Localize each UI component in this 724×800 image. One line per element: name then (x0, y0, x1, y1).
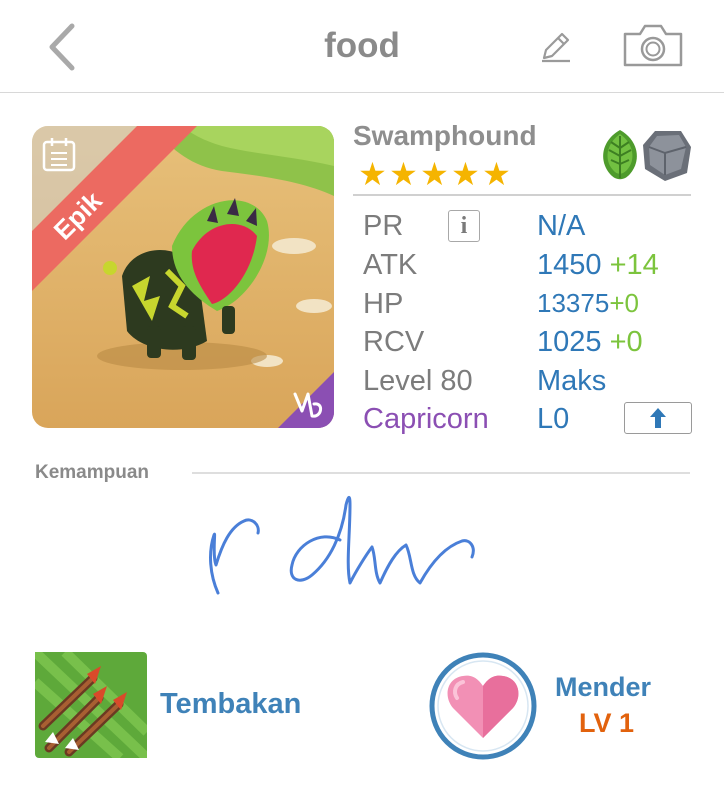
stat-value-hp: 13375+0 (537, 288, 639, 319)
star-icon: ★ (482, 156, 511, 192)
star-rating: ★★★★★ (357, 158, 512, 192)
star-icon: ★ (358, 156, 387, 192)
stat-label-hp: HP (363, 288, 404, 320)
stat-value: N/A (537, 210, 586, 242)
stat-value: 1450 (537, 249, 602, 281)
skill-name: Tembakan (160, 688, 302, 720)
pencil-icon[interactable] (538, 28, 574, 64)
page-title: food (324, 26, 400, 65)
stat-value: Maks (537, 365, 607, 397)
stat-bonus: +0 (609, 326, 643, 358)
monster-name: Swamphound (353, 120, 537, 151)
monster-portrait[interactable]: Epik (32, 126, 334, 428)
abilities-section-title: Kemampuan (35, 462, 150, 483)
stat-bonus: +0 (609, 288, 639, 318)
stat-value: 13375 (537, 288, 610, 318)
stat-value-zodiac: L0 (537, 403, 569, 436)
stat-value: L0 (537, 403, 570, 435)
rune-name: Mender (555, 672, 652, 702)
stat-label-pr: PR (363, 210, 404, 242)
leaf-element-icon (603, 130, 637, 180)
handwritten-scribble (209, 496, 475, 595)
divider (192, 472, 690, 474)
stat-label-atk: ATK (363, 249, 418, 281)
arrow-up-icon (650, 408, 666, 428)
arrows-skill-icon[interactable] (35, 652, 147, 758)
stat-value: 1025 (537, 326, 602, 358)
stat-value-rcv: 1025 +0 (537, 326, 643, 359)
stat-label-rcv: RCV (363, 326, 425, 358)
rock-element-icon (643, 131, 691, 181)
star-icon: ★ (451, 156, 480, 192)
stat-value-level: Maks (537, 365, 606, 398)
divider (353, 194, 691, 196)
star-icon: ★ (420, 156, 449, 192)
stat-bonus: +14 (609, 249, 659, 281)
stat-label-level: Level 80 (363, 365, 473, 397)
stat-value-atk: 1450 +14 (537, 249, 659, 282)
info-button[interactable]: i (448, 210, 480, 242)
stat-value-pr: N/A (537, 210, 585, 243)
stat-label-zodiac: Capricorn (363, 403, 489, 435)
rune-level: LV 1 (579, 708, 635, 738)
camera-icon[interactable] (622, 22, 684, 68)
heart-rune-icon[interactable] (429, 652, 537, 760)
star-icon: ★ (389, 156, 418, 192)
upgrade-button[interactable] (624, 402, 692, 434)
